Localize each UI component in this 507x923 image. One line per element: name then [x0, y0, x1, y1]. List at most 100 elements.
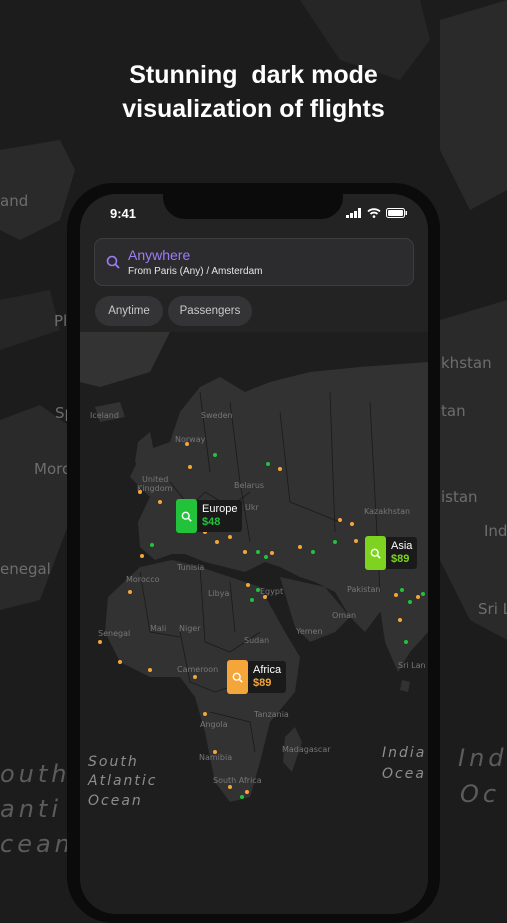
destination-dot: [140, 554, 144, 558]
map-label: United: [142, 475, 168, 484]
bg-label: tan: [441, 402, 466, 420]
search-subtitle: From Paris (Any) / Amsterdam: [128, 266, 263, 277]
destination-dot: [98, 640, 102, 644]
destination-dot: [243, 550, 247, 554]
destination-pin-asia[interactable]: Asia $89: [365, 536, 418, 570]
pin-label: Africa $89: [248, 661, 287, 693]
map-label: Egypt: [260, 587, 283, 596]
destination-dot: [398, 618, 402, 622]
map-label: Niger: [179, 624, 201, 633]
destination-dot: [203, 712, 207, 716]
map-label: Morocco: [126, 575, 160, 584]
map-label: Pakistan: [347, 585, 381, 594]
pin-marker: [365, 536, 386, 570]
headline-line-1: Stunning dark mode: [129, 61, 378, 89]
destination-dot: [311, 550, 315, 554]
destination-dot: [350, 522, 354, 526]
bg-label: Moro: [34, 460, 72, 478]
filter-chip-anytime[interactable]: Anytime: [95, 296, 163, 326]
search-icon: [181, 511, 192, 522]
map-label: Cameroon: [177, 665, 218, 674]
map-label: Namibia: [199, 753, 232, 762]
phone-notch: [163, 183, 343, 219]
map-label: Sweden: [201, 411, 233, 420]
filter-chip-passengers[interactable]: Passengers: [168, 296, 252, 326]
bg-ocean-label: outh: [0, 760, 71, 788]
search-icon: [232, 672, 243, 683]
pin-name: Europe: [202, 503, 238, 515]
bg-label: enegal: [0, 560, 51, 578]
bg-ocean-label: anti: [0, 795, 62, 823]
map-label: Belarus: [234, 481, 264, 490]
world-map[interactable]: Iceland Sweden Norway United Kingdom Bel…: [80, 332, 428, 914]
status-time: 9:41: [110, 206, 137, 221]
destination-dot: [158, 500, 162, 504]
map-label: Oman: [332, 611, 356, 620]
map-label: Kazakhstan: [364, 507, 410, 516]
destination-dot: [404, 640, 408, 644]
map-label: Sudan: [244, 636, 269, 645]
destination-dot: [416, 595, 420, 599]
destination-dot: [228, 785, 232, 789]
destination-dot: [338, 518, 342, 522]
ocean-label: South: [88, 754, 139, 770]
destination-dot: [213, 750, 217, 754]
map-label: Tanzania: [253, 710, 289, 719]
destination-dot: [264, 555, 268, 559]
search-icon: [370, 548, 381, 559]
destination-dot: [215, 540, 219, 544]
headline-line-2: visualization of flights: [122, 95, 385, 123]
map-label: Madagascar: [282, 745, 331, 754]
map-label: Sri Lan: [398, 661, 426, 670]
map-label: Tunisia: [176, 563, 204, 572]
bg-label: and: [0, 192, 29, 210]
search-icon: [106, 255, 120, 269]
phone-screen: 9:41 Anywhere From Paris (Any) / Amsterd…: [80, 194, 428, 914]
destination-dot: [188, 465, 192, 469]
pin-name: Africa: [253, 664, 282, 676]
signal-icon: [346, 208, 361, 218]
destination-dot: [278, 467, 282, 471]
pin-price: $89: [253, 677, 272, 689]
map-label: Yemen: [295, 627, 323, 636]
destination-pin-africa[interactable]: Africa $89: [227, 660, 287, 694]
map-label: Kingdom: [137, 484, 173, 493]
bg-ocean-label: Oc: [460, 780, 501, 808]
bg-label: Pl: [54, 312, 68, 330]
map-label: Senegal: [98, 629, 130, 638]
pin-marker: [176, 499, 197, 533]
map-label: Libya: [208, 589, 229, 598]
headline: Stunning dark mode visualization of flig…: [0, 58, 507, 126]
destination-dot: [128, 590, 132, 594]
map-label: South Africa: [213, 776, 262, 785]
destination-dot: [270, 551, 274, 555]
bg-label: istan: [441, 488, 478, 506]
destination-dot: [298, 545, 302, 549]
destination-dot: [138, 490, 142, 494]
destination-dot: [213, 453, 217, 457]
destination-dot: [250, 598, 254, 602]
destination-dot: [400, 588, 404, 592]
pin-marker: [227, 660, 248, 694]
destination-dot: [421, 592, 425, 596]
map-label: Angola: [200, 720, 228, 729]
destination-pin-europe[interactable]: Europe $48: [176, 499, 243, 533]
map-label: Norway: [175, 435, 206, 444]
destination-dot: [263, 595, 267, 599]
destination-dot: [150, 543, 154, 547]
search-bar[interactable]: Anywhere From Paris (Any) / Amsterdam: [94, 238, 414, 286]
pin-price: $48: [202, 516, 221, 528]
destination-dot: [240, 795, 244, 799]
destination-dot: [408, 600, 412, 604]
bg-label: Sri L: [478, 600, 507, 618]
destination-dot: [245, 790, 249, 794]
ocean-label: Ocea: [382, 766, 426, 782]
destination-dot: [266, 462, 270, 466]
ocean-label: India: [382, 745, 426, 761]
pin-label: Europe $48: [197, 500, 243, 532]
bg-label: Ind: [484, 522, 507, 540]
destination-dot: [333, 540, 337, 544]
status-icons: [346, 208, 408, 218]
destination-dot: [246, 583, 250, 587]
destination-dot: [148, 668, 152, 672]
